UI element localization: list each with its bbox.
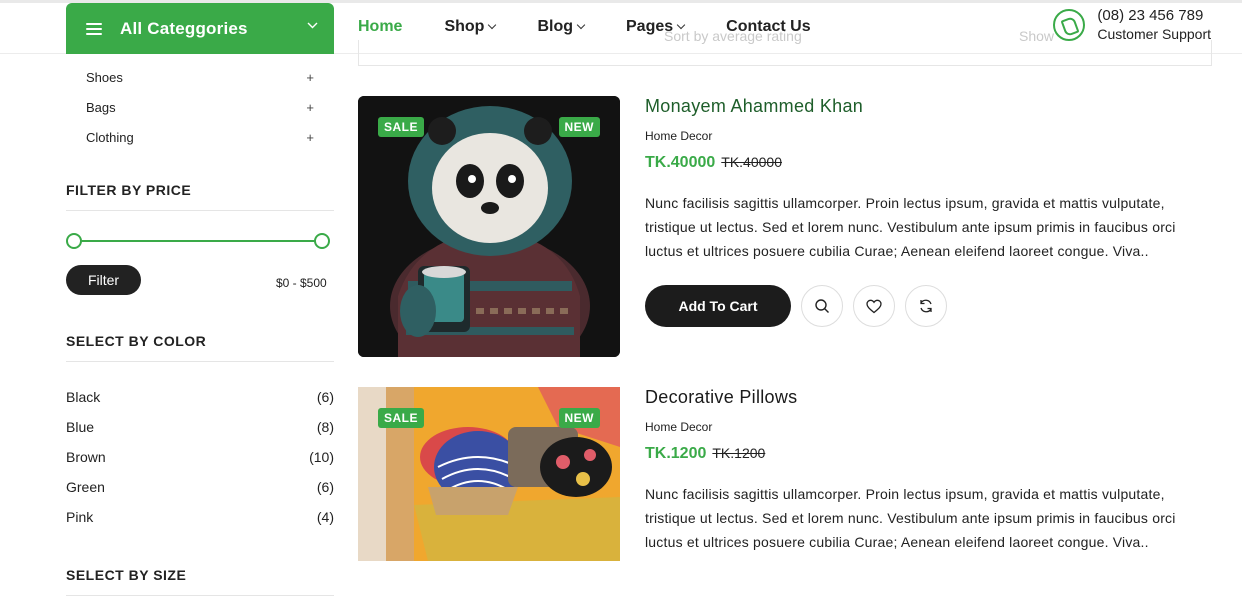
phone-icon (1053, 9, 1086, 41)
color-item-blue[interactable]: Blue (8) (66, 412, 334, 442)
chevron-down-icon (676, 20, 686, 30)
product-image[interactable]: SALE NEW (358, 387, 620, 561)
color-filter-list: Black (6) Blue (8) Brown (10) Green (6) Pink… (66, 382, 334, 532)
plus-icon[interactable]: + (306, 130, 314, 145)
subcategory-item-shoes[interactable]: Shoes + (86, 62, 314, 92)
compare-button[interactable] (905, 285, 947, 327)
product-description: Nunc facilisis sagittis ullamcorper. Pro… (645, 195, 1176, 259)
nav-blog[interactable]: Blog (537, 18, 586, 36)
search-icon (815, 299, 829, 313)
plus-icon[interactable]: + (306, 70, 314, 85)
plus-icon[interactable]: + (306, 100, 314, 115)
customer-support[interactable]: (08) 23 456 789 Customer Support (1053, 7, 1211, 43)
current-price: TK.40000 (645, 154, 716, 171)
nav-contact-us[interactable]: Contact Us (726, 18, 810, 36)
color-item-black[interactable]: Black (6) (66, 382, 334, 412)
show-count-label: Show (1019, 28, 1055, 44)
support-label: Customer Support (1097, 26, 1211, 42)
select-by-color-title: SELECT BY COLOR (66, 333, 334, 362)
new-badge: NEW (558, 117, 600, 137)
price-slider-max-handle[interactable] (314, 233, 330, 249)
shop-toolbar: Sort by average rating Show (358, 28, 1212, 66)
subcategory-list: Shoes + Bags + Clothing + (86, 62, 314, 152)
color-item-pink[interactable]: Pink (4) (66, 502, 334, 532)
support-phone: (08) 23 456 789 (1097, 7, 1204, 24)
product-price: TK.1200 TK.1200 (645, 445, 1205, 463)
price-slider-min-handle[interactable] (66, 233, 82, 249)
filter-by-price-title: FILTER BY PRICE (66, 182, 334, 211)
product-category[interactable]: Home Decor (645, 129, 1205, 143)
product-info: Decorative Pillows Home Decor TK.1200 TK.… (645, 387, 1205, 554)
product-title[interactable]: Decorative Pillows (645, 387, 1205, 408)
product-category[interactable]: Home Decor (645, 420, 1205, 434)
product-title[interactable]: Monayem Ahammed Khan (645, 96, 1205, 117)
all-categories-button[interactable]: All Categgories (66, 3, 334, 54)
color-item-brown[interactable]: Brown (10) (66, 442, 334, 472)
quick-view-button[interactable] (801, 285, 843, 327)
old-price: TK.40000 (721, 154, 782, 170)
color-item-green[interactable]: Green (6) (66, 472, 334, 502)
price-range-value: $0 - $500 (276, 276, 327, 290)
refresh-icon (920, 299, 932, 313)
nav-pages[interactable]: Pages (626, 18, 686, 36)
add-to-cart-button[interactable]: Add To Cart (645, 285, 791, 327)
price-slider[interactable] (66, 233, 330, 249)
select-by-size-title: SELECT BY SIZE (66, 567, 334, 596)
price-slider-track (74, 240, 322, 242)
nav-shop[interactable]: Shop (444, 18, 497, 36)
old-price: TK.1200 (712, 445, 766, 461)
new-badge: NEW (558, 408, 600, 428)
product-info: Monayem Ahammed Khan Home Decor TK.40000… (645, 96, 1205, 327)
nav-home[interactable]: Home (358, 18, 402, 36)
filter-button[interactable]: Filter (66, 265, 141, 295)
product-image[interactable]: SALE NEW (358, 96, 620, 357)
chevron-down-icon (307, 20, 318, 32)
subcategory-item-bags[interactable]: Bags + (86, 92, 314, 122)
menu-icon (86, 22, 102, 35)
current-price: TK.1200 (645, 445, 707, 462)
wishlist-button[interactable] (853, 285, 895, 327)
sale-badge: SALE (378, 117, 425, 137)
chevron-down-icon (576, 20, 586, 30)
subcategory-item-clothing[interactable]: Clothing + (86, 122, 314, 152)
product-actions: Add To Cart (645, 285, 1205, 327)
main-nav: Home Shop Blog Pages Contact Us (358, 18, 853, 36)
sale-badge: SALE (378, 408, 425, 428)
all-categories-label: All Categgories (120, 18, 248, 38)
chevron-down-icon (488, 20, 497, 30)
product-price: TK.40000 TK.40000 (645, 154, 1205, 172)
heart-icon (866, 299, 882, 313)
product-description: Nunc facilisis sagittis ullamcorper. Pro… (645, 486, 1176, 550)
